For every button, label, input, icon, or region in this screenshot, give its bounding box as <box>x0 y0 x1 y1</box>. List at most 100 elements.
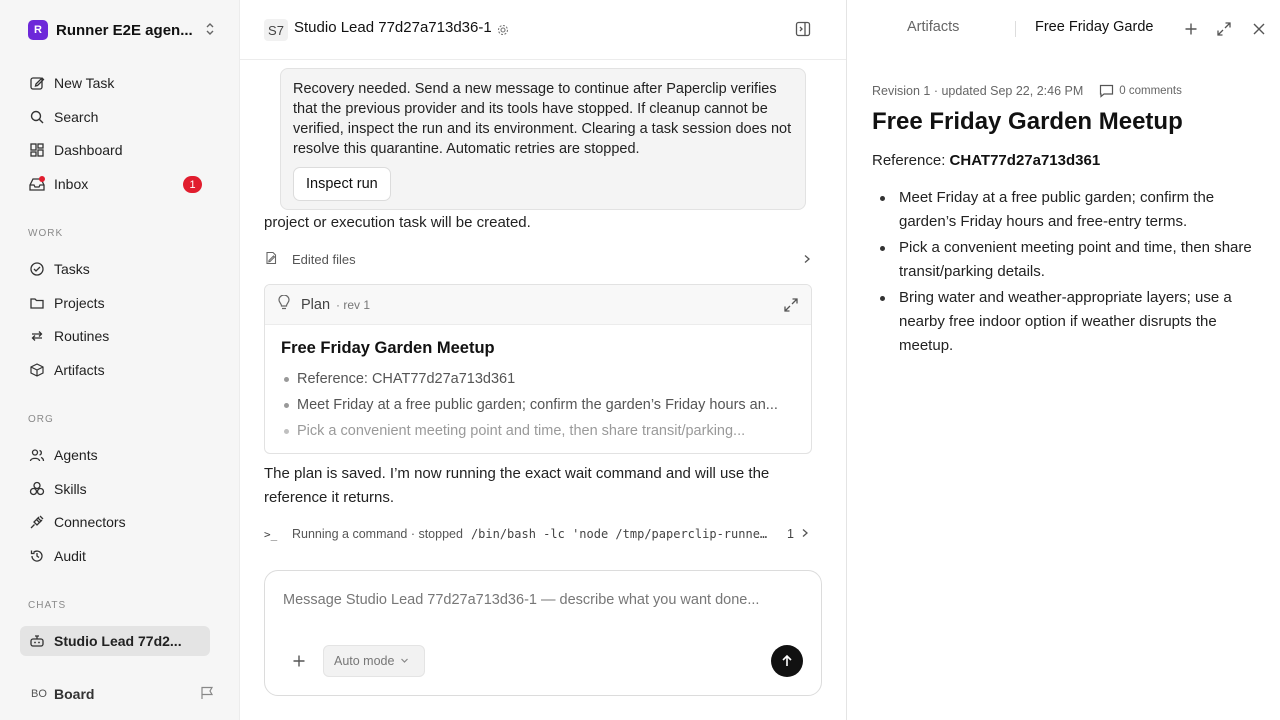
nav-label: Inbox <box>54 176 89 192</box>
user-menu[interactable]: BO Board <box>28 683 214 705</box>
users-icon <box>28 446 46 464</box>
comments-button[interactable]: 0 comments <box>1099 84 1182 98</box>
nav-label: Agents <box>54 447 98 463</box>
artifact-meta: Revision 1 · updated Sep 22, 2:46 PM 0 c… <box>872 84 1182 98</box>
plan-item: Pick a convenient meeting point and time… <box>281 418 795 444</box>
chat-main: S7 Studio Lead 77d27a713d36-1 Recovery n… <box>240 0 846 720</box>
comments-count: 0 comments <box>1119 85 1182 97</box>
toggle-panel-icon[interactable] <box>794 20 812 38</box>
artifact-list-item: Meet Friday at a free public garden; con… <box>872 186 1262 234</box>
expand-icon[interactable] <box>783 297 799 313</box>
mode-selector[interactable]: Auto mode <box>323 645 425 677</box>
file-edit-icon <box>264 251 280 268</box>
nav-projects[interactable]: Projects <box>20 288 210 318</box>
flag-icon[interactable] <box>200 686 214 703</box>
plan-header: Plan · rev 1 <box>265 285 811 325</box>
command-row[interactable]: >_ Running a command · stopped /bin/bash… <box>264 523 812 545</box>
workspace-name: Runner E2E agen... <box>56 21 193 39</box>
nav-agents[interactable]: Agents <box>20 440 210 470</box>
plan-title: Free Friday Garden Meetup <box>281 339 495 357</box>
nav-audit[interactable]: Audit <box>20 541 210 571</box>
close-icon[interactable] <box>1251 21 1267 37</box>
tab-current-artifact[interactable]: Free Friday Garde <box>1035 19 1155 35</box>
nav-routines[interactable]: Routines <box>20 321 210 351</box>
avatar: BO <box>31 688 47 700</box>
nav-artifacts[interactable]: Artifacts <box>20 355 210 385</box>
cube-icon <box>28 361 46 379</box>
nav-dashboard[interactable]: Dashboard <box>20 135 210 165</box>
nav-label: Projects <box>54 295 105 311</box>
chat-title: Studio Lead 77d27a713d36-1 <box>294 19 492 36</box>
message-text: The plan is saved. I’m now running the e… <box>264 465 770 506</box>
gear-icon[interactable] <box>497 23 509 36</box>
recovery-alert: Recovery needed. Send a new message to c… <box>280 68 806 210</box>
message-input[interactable]: Message Studio Lead 77d27a713d36-1 — des… <box>283 592 759 608</box>
add-attachment-button[interactable] <box>289 651 309 671</box>
nav-search[interactable]: Search <box>20 102 210 132</box>
nav-inbox[interactable]: Inbox 1 <box>20 169 210 199</box>
dashboard-icon <box>28 141 46 159</box>
inbox-count-badge: 1 <box>183 176 202 193</box>
maximize-icon[interactable] <box>1216 21 1232 37</box>
section-label-org: ORG <box>28 414 54 425</box>
plan-card[interactable]: Plan · rev 1 Free Friday Garden Meetup R… <box>264 284 812 454</box>
chat-header: S7 Studio Lead 77d27a713d36-1 <box>240 0 846 60</box>
chevron-updown-icon <box>204 22 218 39</box>
artifact-title: Free Friday Garden Meetup <box>872 108 1183 135</box>
terminal-icon: >_ <box>264 527 278 541</box>
nav-label: Skills <box>54 481 87 497</box>
send-button[interactable] <box>771 645 803 677</box>
search-icon <box>28 108 46 126</box>
boxes-icon <box>28 480 46 498</box>
nav-new-task[interactable]: New Task <box>20 68 210 98</box>
comment-icon <box>1100 84 1114 98</box>
alert-text: Recovery needed. Send a new message to c… <box>293 81 792 157</box>
edited-files-row[interactable]: Edited files <box>264 248 812 270</box>
plan-item: Meet Friday at a free public garden; con… <box>281 392 795 418</box>
history-icon <box>28 547 46 565</box>
nav-tasks[interactable]: Tasks <box>20 254 210 284</box>
plan-revision: · rev 1 <box>336 297 371 312</box>
chat-item-studio-lead[interactable]: Studio Lead 77d2... <box>20 626 210 656</box>
plus-icon[interactable] <box>1183 21 1199 37</box>
nav-skills[interactable]: Skills <box>20 474 210 504</box>
inspect-run-button[interactable]: Inspect run <box>293 167 391 201</box>
plan-label: Plan <box>301 296 331 313</box>
nav-label: Audit <box>54 548 86 564</box>
inbox-icon <box>28 175 46 193</box>
tab-artifacts[interactable]: Artifacts <box>907 19 959 35</box>
bot-icon <box>28 632 46 650</box>
section-label-chats: CHATS <box>28 600 67 611</box>
reference-label: Reference: <box>872 152 946 169</box>
nav-label: Routines <box>54 328 110 344</box>
chat-item-label: Studio Lead 77d2... <box>54 633 182 649</box>
artifact-list: Meet Friday at a free public garden; con… <box>872 186 1262 360</box>
nav-label: Tasks <box>54 261 90 277</box>
mode-label: Auto mode <box>334 654 395 668</box>
plan-body: Free Friday Garden Meetup Reference: CHA… <box>265 325 811 453</box>
nav-label: Connectors <box>54 514 126 530</box>
revision-info: Revision 1 · updated Sep 22, 2:46 PM <box>872 84 1084 98</box>
sidebar: R Runner E2E agen... New Task Search Das… <box>0 0 240 720</box>
chevron-down-icon <box>400 654 409 668</box>
artifact-list-item: Bring water and weather-appropriate laye… <box>872 286 1262 358</box>
message-composer[interactable]: Message Studio Lead 77d27a713d36-1 — des… <box>264 570 822 696</box>
command-status: Running a command · stopped <box>292 527 463 541</box>
workspace-logo: R <box>28 20 48 40</box>
nav-label: Search <box>54 109 99 125</box>
check-circle-icon <box>28 260 46 278</box>
artifact-list-item: Pick a convenient meeting point and time… <box>872 236 1262 284</box>
workspace-switcher[interactable]: R Runner E2E agen... <box>28 19 218 41</box>
reference-value: CHAT77d27a713d361 <box>949 152 1101 169</box>
nav-label: Dashboard <box>54 142 123 158</box>
plan-list: Reference: CHAT77d27a713d361 Meet Friday… <box>281 366 795 444</box>
user-name: Board <box>54 686 95 702</box>
arrow-up-icon <box>782 654 792 666</box>
agent-badge: S7 <box>264 19 288 41</box>
nav-label: Artifacts <box>54 362 105 378</box>
nav-connectors[interactable]: Connectors <box>20 507 210 537</box>
tab-divider <box>1015 21 1016 37</box>
nav-label: New Task <box>54 75 115 91</box>
edited-files-label: Edited files <box>292 251 356 267</box>
section-label-work: WORK <box>28 228 64 239</box>
